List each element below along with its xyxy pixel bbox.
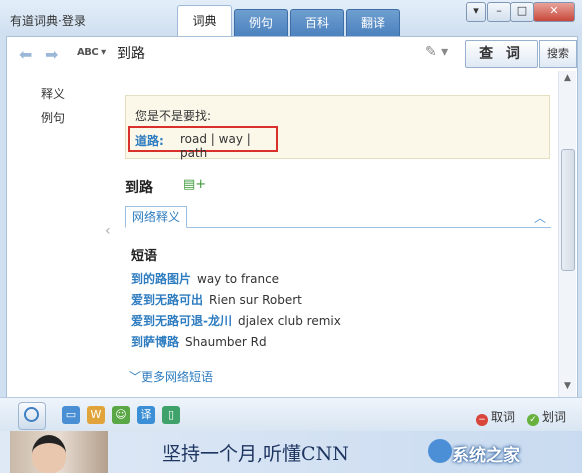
watermark-text: 系统之家 [452,446,520,466]
watermark-logo-icon [428,439,452,463]
capture-word-label: 取词 [491,410,516,424]
phrase-item: 到的路图片 way to france [131,270,279,287]
chevron-up-icon[interactable]: ︿ [534,209,546,226]
phrase-translation: way to france [197,272,280,286]
tab-divider [125,227,551,228]
tab-translate[interactable]: 翻译 [346,9,400,37]
ad-person-image [32,435,66,473]
scrollbar-thumb[interactable] [561,149,575,271]
sidebar-item-examples[interactable]: 例句 [41,109,65,126]
check-icon: ✓ [527,414,539,426]
suggestion-question: 您是不是要找: [135,109,212,123]
phrase-item: 爱到无路可退-龙川 djalex club remix [131,312,341,329]
tab-encyclopedia[interactable]: 百科 [290,9,344,37]
phrase-link[interactable]: 到萨博路 [131,335,179,349]
collapse-sidebar-icon[interactable]: ‹ [105,223,111,239]
back-arrow-icon[interactable]: ⬅ [19,45,32,64]
scroll-up-icon[interactable]: ▲ [559,73,576,83]
bottom-toolbar: ▭ W ☺ 译 ▯ − 取词 ✓ 划词 [0,397,582,432]
phrase-translation: djalex club remix [237,314,341,328]
tab-web-definitions[interactable]: 网络释义 [125,206,188,228]
more-phrases-link[interactable]: ﹀更多网络短语 [129,368,213,385]
translate-icon[interactable]: 译 [137,406,155,424]
select-word-toggle[interactable]: ✓ 划词 [527,408,566,426]
phrase-item: 爱到无路可出 Rien sur Robert [131,291,302,308]
phrase-item: 到萨博路 Shaumber Rd [131,333,267,350]
suggestion-box: 您是不是要找: 道路: road | way | path [125,95,550,160]
stop-icon: − [476,414,488,426]
minimize-button[interactable]: – [487,2,511,22]
ad-text[interactable]: 坚持一个月,听懂CNN [162,439,349,466]
menu-chevron-icon[interactable]: ▾ [466,2,486,22]
vertical-scrollbar[interactable]: ▲ ▼ [558,71,576,397]
forward-arrow-icon[interactable]: ➡ [45,45,58,64]
suggested-word-link[interactable]: 道路: [135,132,164,149]
suggested-word-definition: road | way | path [180,132,251,160]
mobile-icon[interactable]: ▯ [162,406,180,424]
headword: 到路 [125,180,153,196]
phrase-link[interactable]: 爱到无路可退-龙川 [131,314,232,328]
add-to-wordbook-icon[interactable]: ▤+ [183,177,206,192]
ad-photo [10,431,108,473]
app-title[interactable]: 有道词典·登录 [10,12,86,29]
close-button[interactable]: ✕ [533,2,575,22]
tab-examples[interactable]: 例句 [234,9,288,37]
select-word-label: 划词 [542,410,567,424]
phrase-translation: Shaumber Rd [185,335,267,349]
suggestion-highlight[interactable]: 道路: road | way | path [128,126,278,160]
input-mode-label: ABC [77,47,99,58]
ad-banner[interactable]: 坚持一个月,听懂CNN 系统之家 [0,431,582,473]
section-title: 短语 [131,249,158,264]
scroll-down-icon[interactable]: ▼ [559,381,576,391]
search-toolbar: ⬅ ➡ ABC ▾ 到路 ✎ ▾ 查 词 搜索 [6,36,578,72]
phrase-link[interactable]: 爱到无路可出 [131,293,203,307]
mini-search-icon[interactable] [18,402,46,430]
web-search-button[interactable]: 搜索 [539,40,577,68]
mini-window-icon[interactable]: ▭ [62,406,80,424]
maximize-button[interactable]: □ [510,2,534,22]
search-input[interactable]: 到路 [117,43,145,63]
community-icon[interactable]: ☺ [112,406,130,424]
phrase-translation: Rien sur Robert [209,293,302,307]
phrase-link[interactable]: 到的路图片 [131,272,191,286]
wordbook-icon[interactable]: W [87,406,105,424]
sidebar-item-definition[interactable]: 释义 [41,85,65,102]
capture-word-toggle[interactable]: − 取词 [476,408,515,426]
more-phrases-label: 更多网络短语 [141,370,214,384]
handwriting-pen-icon[interactable]: ✎ ▾ [425,44,448,60]
query-button[interactable]: 查 词 [465,40,538,68]
tab-dictionary[interactable]: 词典 [177,5,232,37]
title-bar: 有道词典·登录 词典 例句 百科 翻译 ▾ – □ ✕ [0,0,582,37]
input-mode-icon[interactable]: ABC ▾ [77,47,106,58]
main-content: 释义 例句 您是不是要找: 道路: road | way | path 到路 ▤… [6,71,578,397]
